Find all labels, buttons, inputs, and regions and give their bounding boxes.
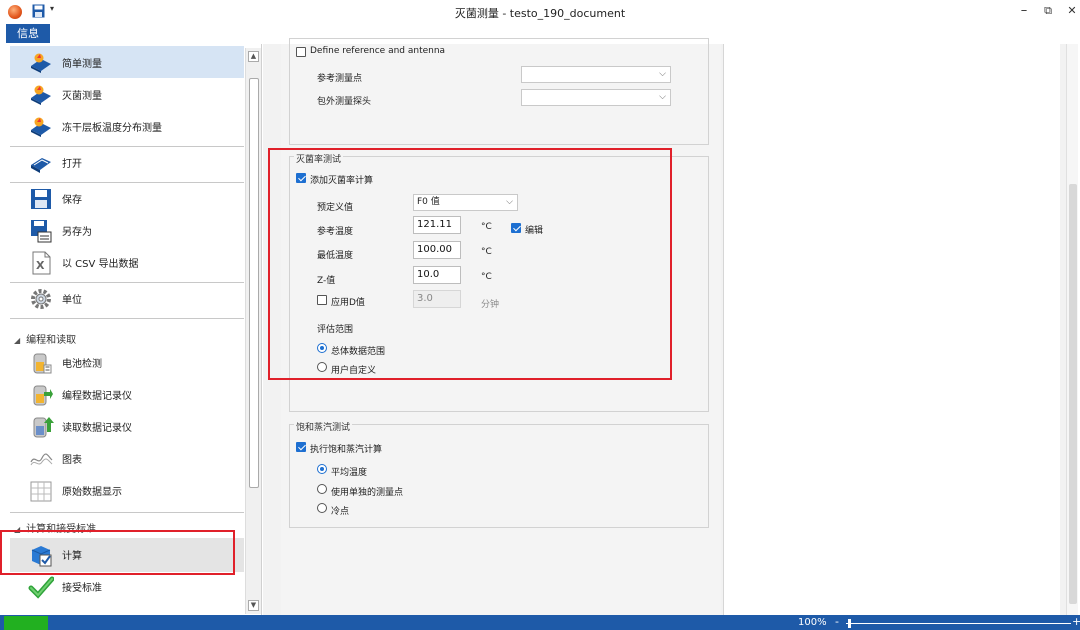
nav-item-label: 原始数据显示: [62, 487, 122, 498]
avg-temp-radio[interactable]: [317, 464, 327, 474]
exec-saturated-checkbox[interactable]: [296, 442, 306, 452]
scroll-down-icon[interactable]: ▼: [248, 600, 259, 611]
read-logger-icon: [28, 414, 54, 440]
zoom-level: 100%: [798, 617, 827, 628]
single-point-radio[interactable]: [317, 484, 327, 494]
status-indicator: [4, 616, 48, 630]
csv-export-icon: X: [28, 250, 54, 276]
open-book-icon: [28, 150, 54, 176]
nav-item-label: 简单测量: [62, 59, 102, 70]
zoom-slider-thumb[interactable]: [848, 619, 851, 628]
chevron-down-icon: ⌵: [659, 69, 666, 79]
book-measure-icon: [28, 50, 54, 76]
nav-item-export-csv[interactable]: X 以 CSV 导出数据: [10, 246, 244, 278]
highlight-box-calculation: [0, 530, 235, 575]
scroll-thumb[interactable]: [249, 78, 259, 488]
nav-scrollbar[interactable]: ▲ ▼: [245, 48, 261, 614]
nav-item-label: 读取数据记录仪: [62, 423, 132, 434]
define-reference-checkbox[interactable]: [296, 47, 306, 57]
nav-item-sterilization-measurement[interactable]: 灭菌测量: [10, 78, 244, 110]
nav-item-battery-check[interactable]: 电池检测: [10, 346, 244, 378]
nav-item-label: 打开: [62, 159, 82, 170]
gear-icon: [28, 286, 54, 312]
save-as-icon: [28, 218, 54, 244]
nav-item-label: 冻干层板温度分布测量: [62, 123, 162, 134]
nav-item-read-logger[interactable]: 读取数据记录仪: [10, 410, 244, 442]
nav-item-raw-data[interactable]: 原始数据显示: [10, 474, 244, 506]
green-check-icon: [28, 574, 54, 600]
nav-item-save[interactable]: 保存: [10, 182, 244, 214]
scroll-thumb[interactable]: [1069, 184, 1077, 604]
nav-item-open[interactable]: 打开: [10, 146, 244, 178]
nav-item-program-logger[interactable]: 编程数据记录仪: [10, 378, 244, 410]
highlight-box-lethality: [268, 148, 672, 380]
minimize-button[interactable]: –: [1016, 3, 1032, 18]
line-chart-icon: [28, 446, 54, 472]
zoom-slider[interactable]: [846, 623, 1071, 624]
nav-group-label: 编程和读取: [26, 335, 77, 346]
close-button[interactable]: ✕: [1064, 4, 1080, 17]
zoom-out-button[interactable]: -: [835, 615, 839, 628]
nav-item-label: 保存: [62, 195, 82, 206]
nav-item-units[interactable]: 单位: [10, 282, 244, 314]
cold-point-radio[interactable]: [317, 503, 327, 513]
nav-item-label: 单位: [62, 295, 82, 306]
ref-point-label: 参考测量点: [317, 74, 363, 84]
nav-item-label: 编程数据记录仪: [62, 391, 132, 402]
nav-item-label: 电池检测: [62, 359, 102, 370]
restore-button[interactable]: ⧉: [1040, 4, 1056, 18]
scroll-up-icon[interactable]: ▲: [248, 51, 259, 62]
nav-item-label: 接受标准: [62, 583, 102, 594]
nav-divider: [10, 512, 244, 513]
exec-saturated-label: 执行饱和蒸汽计算: [310, 445, 383, 455]
nav-divider: [10, 318, 244, 319]
saturated-steam-legend: 饱和蒸汽测试: [294, 420, 353, 433]
nav-group-programming[interactable]: ◢ 编程和读取: [14, 331, 76, 346]
ext-probe-select[interactable]: ⌵: [521, 89, 671, 106]
collapse-triangle-icon: ◢: [14, 336, 21, 345]
nav-item-label: 以 CSV 导出数据: [62, 259, 139, 270]
cold-point-label: 冷点: [331, 507, 350, 517]
chevron-down-icon: ⌵: [659, 92, 666, 102]
single-point-label: 使用单独的测量点: [331, 488, 404, 498]
ext-probe-label: 包外测量探头: [317, 97, 372, 107]
nav-item-label: 另存为: [62, 227, 92, 238]
table-grid-icon: [28, 478, 54, 504]
nav-item-simple-measurement[interactable]: 简单测量: [10, 46, 244, 78]
book-measure-icon: [28, 114, 54, 140]
side-panel: [723, 44, 1060, 615]
nav-item-save-as[interactable]: 另存为: [10, 214, 244, 246]
nav-item-label: 图表: [62, 455, 82, 466]
window-title: 灭菌测量 - testo_190_document: [454, 7, 626, 20]
zoom-in-button[interactable]: +: [1072, 615, 1080, 628]
program-logger-icon: [28, 382, 54, 408]
avg-temp-label: 平均温度: [331, 468, 368, 478]
nav-item-freeze-dry-measurement[interactable]: 冻干层板温度分布测量: [10, 110, 244, 142]
nav-item-label: 灭菌测量: [62, 91, 102, 102]
tab-info[interactable]: 信息: [6, 24, 50, 43]
content-scrollbar[interactable]: [1066, 44, 1078, 615]
define-reference-label: Define reference and antenna: [310, 46, 446, 56]
save-disk-icon: [28, 186, 54, 212]
nav-item-chart[interactable]: 图表: [10, 442, 244, 474]
ref-point-select[interactable]: ⌵: [521, 66, 671, 83]
book-measure-icon: [28, 82, 54, 108]
svg-text:X: X: [36, 259, 45, 272]
battery-logger-icon: [28, 350, 54, 376]
